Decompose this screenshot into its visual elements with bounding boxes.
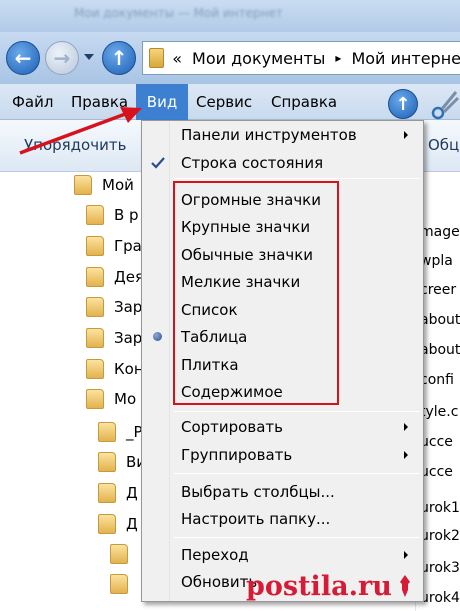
list-item[interactable]: ucce bbox=[420, 434, 453, 454]
navigation-bar: ← → ↑ « Мои документы ▸ Мой интерне bbox=[0, 32, 460, 84]
menu-tools[interactable]: Сервис bbox=[196, 84, 252, 120]
tree-item[interactable]: Гра bbox=[86, 233, 142, 259]
folder-icon bbox=[110, 574, 128, 594]
toolbar-up-button[interactable]: ↑ bbox=[388, 89, 418, 119]
tree-item[interactable]: В р bbox=[86, 202, 139, 228]
menu-item-choose-details[interactable]: Выбрать столбцы... bbox=[181, 479, 335, 505]
forward-arrow-icon: → bbox=[53, 46, 71, 70]
tree-item-label: Дея bbox=[114, 268, 144, 286]
list-item[interactable]: urok2 bbox=[420, 528, 460, 548]
menu-separator bbox=[174, 473, 420, 474]
watermark-text: postila.ru bbox=[246, 570, 392, 602]
tree-item-label: В р bbox=[114, 206, 139, 224]
folder-icon bbox=[74, 175, 92, 195]
submenu-arrow-icon bbox=[404, 451, 408, 459]
folder-icon bbox=[86, 205, 104, 225]
back-arrow-icon: ← bbox=[14, 46, 32, 70]
menu-item-group-by[interactable]: Группировать bbox=[181, 442, 292, 468]
tree-item-label: Гра bbox=[114, 237, 142, 255]
tree-item[interactable]: Мо bbox=[86, 386, 136, 412]
tree-item[interactable]: Зар bbox=[86, 325, 142, 351]
list-item[interactable]: about bbox=[420, 342, 460, 362]
tree-item[interactable]: Дея bbox=[86, 264, 144, 290]
tree-item[interactable]: Зар bbox=[86, 294, 142, 320]
list-item[interactable]: about bbox=[420, 312, 460, 332]
tree-item-label: Мо bbox=[114, 390, 137, 408]
window-title-bar: Мои документы — Мой интернет bbox=[0, 0, 460, 32]
tree-item[interactable] bbox=[110, 571, 138, 597]
submenu-arrow-icon bbox=[404, 423, 408, 431]
address-arrow-icon[interactable]: ▸ bbox=[335, 51, 341, 65]
tree-item[interactable]: Ви bbox=[98, 449, 146, 475]
folder-icon bbox=[86, 359, 104, 379]
list-item[interactable]: creer bbox=[420, 282, 456, 302]
folder-icon bbox=[149, 48, 165, 68]
menu-icon-gutter bbox=[142, 121, 170, 601]
tree-item-label: Д bbox=[126, 484, 138, 502]
folder-icon bbox=[86, 297, 104, 317]
tree-item[interactable]: Д bbox=[98, 480, 138, 506]
folder-icon bbox=[98, 483, 116, 503]
address-bar[interactable]: « Мои документы ▸ Мой интерне bbox=[142, 41, 460, 75]
radio-selected-icon bbox=[153, 332, 162, 341]
folder-icon bbox=[98, 514, 116, 534]
tree-item[interactable]: Кон bbox=[86, 356, 144, 382]
list-item[interactable]: ucce bbox=[420, 464, 453, 484]
menu-separator bbox=[174, 178, 420, 179]
tree-item-label: Кон bbox=[114, 360, 144, 378]
tree-item-label: Д bbox=[126, 515, 138, 533]
list-item[interactable]: wpla bbox=[420, 253, 453, 273]
folder-icon bbox=[86, 267, 104, 287]
tree-item[interactable]: Д bbox=[98, 511, 138, 537]
menu-item-customize-folder[interactable]: Настроить папку... bbox=[181, 506, 330, 532]
menu-item-go-to[interactable]: Переход bbox=[181, 542, 249, 568]
folder-icon bbox=[98, 452, 116, 472]
menu-item-toolbars[interactable]: Панели инструментов bbox=[181, 122, 357, 148]
address-segment-internet[interactable]: Мой интерне bbox=[351, 49, 460, 68]
watermark: postila.ru bbox=[246, 568, 414, 604]
back-button[interactable]: ← bbox=[6, 41, 40, 75]
folder-icon bbox=[110, 544, 128, 564]
tree-item[interactable]: _P bbox=[98, 419, 143, 445]
checkmark-icon bbox=[151, 157, 165, 169]
submenu-arrow-icon bbox=[404, 131, 408, 139]
scissors-icon[interactable] bbox=[430, 88, 460, 120]
menu-item-status-bar[interactable]: Строка состояния bbox=[181, 150, 323, 176]
menu-separator bbox=[174, 411, 420, 412]
annotation-arrow-icon bbox=[19, 107, 142, 155]
tree-item[interactable]: Мой bbox=[74, 172, 134, 198]
menu-separator bbox=[174, 537, 420, 538]
submenu-arrow-icon bbox=[404, 551, 408, 559]
history-dropdown-icon[interactable] bbox=[84, 54, 94, 60]
list-item[interactable]: urok4 bbox=[420, 590, 460, 610]
folder-tree[interactable]: Мой В р Гра Дея Зар Зар Кон Мо _P Ви Д Д bbox=[0, 172, 146, 611]
up-arrow-icon: ↑ bbox=[395, 93, 411, 115]
address-separator: « bbox=[172, 48, 183, 68]
menu-help[interactable]: Справка bbox=[271, 84, 337, 120]
forward-button[interactable]: → bbox=[45, 41, 79, 75]
list-item[interactable]: mage bbox=[420, 224, 460, 244]
up-button[interactable]: ↑ bbox=[102, 41, 136, 75]
list-item[interactable]: confi bbox=[420, 372, 454, 392]
up-arrow-icon: ↑ bbox=[110, 46, 128, 70]
pin-icon bbox=[399, 575, 410, 597]
folder-icon bbox=[86, 328, 104, 348]
annotation-highlight-box bbox=[173, 181, 339, 405]
tree-item-label: Мой bbox=[102, 176, 134, 194]
folder-icon bbox=[86, 236, 104, 256]
tree-item-label: Зар bbox=[114, 298, 143, 316]
list-item[interactable]: tyle.c bbox=[420, 404, 458, 424]
list-item[interactable]: urok1 bbox=[420, 500, 460, 520]
list-item[interactable]: urok3 bbox=[420, 560, 460, 580]
menu-item-sort-by[interactable]: Сортировать bbox=[181, 414, 283, 440]
folder-icon bbox=[98, 422, 116, 442]
share-button[interactable]: Обц bbox=[428, 136, 459, 154]
window-title: Мои документы — Мой интернет bbox=[74, 6, 283, 20]
address-segment-documents[interactable]: Мои документы bbox=[192, 49, 325, 68]
tree-item-label: Зар bbox=[114, 329, 143, 347]
folder-icon bbox=[86, 389, 104, 409]
tree-item[interactable] bbox=[110, 541, 138, 567]
